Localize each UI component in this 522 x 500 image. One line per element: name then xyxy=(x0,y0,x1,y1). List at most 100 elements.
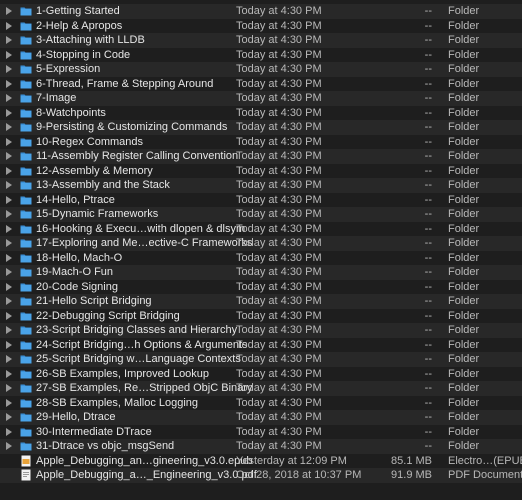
date-modified: Today at 4:30 PM xyxy=(236,382,322,395)
folder-row[interactable]: 25-Script Bridging w…Language Contexts To… xyxy=(0,352,522,367)
disclosure-triangle-icon[interactable] xyxy=(6,181,12,190)
disclosure-triangle-icon[interactable] xyxy=(6,384,12,393)
date-modified: Today at 4:30 PM xyxy=(236,77,322,90)
folder-icon xyxy=(20,324,32,336)
file-name: 1-Getting Started xyxy=(36,5,120,18)
disclosure-triangle-icon[interactable] xyxy=(6,427,12,436)
file-kind: Folder xyxy=(448,150,480,163)
disclosure-triangle-icon[interactable] xyxy=(6,65,12,74)
file-size: -- xyxy=(424,237,432,250)
folder-row[interactable]: 9-Persisting & Customizing Commands Today… xyxy=(0,120,522,135)
folder-row[interactable]: 29-Hello, Dtrace Today at 4:30 PM -- Folder xyxy=(0,410,522,425)
disclosure-triangle-icon[interactable] xyxy=(6,108,12,117)
disclosure-triangle-icon[interactable] xyxy=(6,326,12,335)
date-modified: Today at 4:30 PM xyxy=(236,222,322,235)
disclosure-triangle-icon[interactable] xyxy=(6,79,12,88)
file-name: 17-Exploring and Me…ective-C Frameworks xyxy=(36,237,253,250)
folder-row[interactable]: 17-Exploring and Me…ective-C Frameworks T… xyxy=(0,236,522,251)
disclosure-triangle-icon[interactable] xyxy=(6,297,12,306)
file-name: 23-Script Bridging Classes and Hierarchy xyxy=(36,324,238,337)
disclosure-triangle-icon[interactable] xyxy=(6,123,12,132)
disclosure-triangle-icon[interactable] xyxy=(6,239,12,248)
disclosure-triangle-icon[interactable] xyxy=(6,195,12,204)
folder-row[interactable]: 5-Expression Today at 4:30 PM -- Folder xyxy=(0,62,522,77)
folder-row[interactable]: 27-SB Examples, Re…Stripped ObjC Binary T… xyxy=(0,381,522,396)
disclosure-triangle-icon[interactable] xyxy=(6,137,12,146)
date-modified: Today at 4:30 PM xyxy=(236,367,322,380)
file-size: -- xyxy=(424,251,432,264)
folder-icon xyxy=(20,281,32,293)
folder-row[interactable]: 2-Help & Apropos Today at 4:30 PM -- Folder xyxy=(0,19,522,34)
file-kind: Folder xyxy=(448,106,480,119)
disclosure-triangle-icon[interactable] xyxy=(6,152,12,161)
folder-row[interactable]: 16-Hooking & Execu…with dlopen & dlsym To… xyxy=(0,222,522,237)
file-size: -- xyxy=(424,309,432,322)
folder-row[interactable]: 23-Script Bridging Classes and Hierarchy… xyxy=(0,323,522,338)
disclosure-triangle-icon[interactable] xyxy=(6,7,12,16)
folder-row[interactable]: 20-Code Signing Today at 4:30 PM -- Folder xyxy=(0,280,522,295)
disclosure-triangle-icon[interactable] xyxy=(6,36,12,45)
folder-row[interactable]: 22-Debugging Script Bridging Today at 4:3… xyxy=(0,309,522,324)
date-modified: Today at 4:30 PM xyxy=(236,150,322,163)
folder-row[interactable]: 12-Assembly & Memory Today at 4:30 PM -- Fo… xyxy=(0,164,522,179)
folder-row[interactable]: 8-Watchpoints Today at 4:30 PM -- Folder xyxy=(0,106,522,121)
disclosure-triangle-icon[interactable] xyxy=(6,50,12,59)
folder-row[interactable]: 15-Dynamic Frameworks Today at 4:30 PM -- F… xyxy=(0,207,522,222)
folder-row[interactable]: 31-Dtrace vs objc_msgSend Today at 4:30 P… xyxy=(0,439,522,454)
disclosure-triangle-icon[interactable] xyxy=(6,268,12,277)
folder-row[interactable]: 1-Getting Started Today at 4:30 PM -- Folde… xyxy=(0,4,522,19)
file-size: -- xyxy=(424,48,432,61)
disclosure-triangle-icon[interactable] xyxy=(6,253,12,262)
folder-icon xyxy=(20,382,32,394)
folder-row[interactable]: 21-Hello Script Bridging Today at 4:30 PM… xyxy=(0,294,522,309)
date-modified: Today at 4:30 PM xyxy=(236,106,322,119)
folder-row[interactable]: 13-Assembly and the Stack Today at 4:30 P… xyxy=(0,178,522,193)
folder-row[interactable]: 18-Hello, Mach-O Today at 4:30 PM -- Folder xyxy=(0,251,522,266)
disclosure-triangle-icon[interactable] xyxy=(6,21,12,30)
file-name: 24-Script Bridging…h Options & Arguments xyxy=(36,338,248,351)
folder-row[interactable]: 24-Script Bridging…h Options & Arguments… xyxy=(0,338,522,353)
folder-row[interactable]: 4-Stopping in Code Today at 4:30 PM -- Fold… xyxy=(0,48,522,63)
file-size: -- xyxy=(424,193,432,206)
folder-row[interactable]: 6-Thread, Frame & Stepping Around Today a… xyxy=(0,77,522,92)
file-row[interactable]: Apple_Debugging_a…_Engineering_v3.0.pdf O… xyxy=(0,468,522,483)
file-kind: Folder xyxy=(448,92,480,105)
disclosure-triangle-icon[interactable] xyxy=(6,369,12,378)
date-modified: Today at 4:30 PM xyxy=(236,5,322,18)
date-modified: Today at 4:30 PM xyxy=(236,295,322,308)
file-kind: Folder xyxy=(448,353,480,366)
disclosure-triangle-icon[interactable] xyxy=(6,355,12,364)
folder-row[interactable]: 3-Attaching with LLDB Today at 4:30 PM -- F… xyxy=(0,33,522,48)
disclosure-triangle-icon[interactable] xyxy=(6,224,12,233)
file-size: -- xyxy=(424,396,432,409)
file-size: -- xyxy=(424,5,432,18)
folder-row[interactable]: 14-Hello, Ptrace Today at 4:30 PM -- Folder xyxy=(0,193,522,208)
folder-icon xyxy=(20,63,32,75)
disclosure-triangle-icon[interactable] xyxy=(6,94,12,103)
folder-row[interactable]: 28-SB Examples, Malloc Logging Today at 4… xyxy=(0,396,522,411)
disclosure-triangle-icon[interactable] xyxy=(6,166,12,175)
folder-icon xyxy=(20,223,32,235)
folder-icon xyxy=(20,194,32,206)
file-kind: Folder xyxy=(448,237,480,250)
file-size: -- xyxy=(424,353,432,366)
disclosure-triangle-icon[interactable] xyxy=(6,210,12,219)
folder-row[interactable]: 11-Assembly Register Calling Convention T… xyxy=(0,149,522,164)
disclosure-triangle-icon[interactable] xyxy=(6,340,12,349)
file-row[interactable]: Apple_Debugging_an…gineering_v3.0.epub Ye… xyxy=(0,454,522,469)
folder-row[interactable]: 10-Regex Commands Today at 4:30 PM -- Folde… xyxy=(0,135,522,150)
disclosure-triangle-icon[interactable] xyxy=(6,413,12,422)
disclosure-triangle-icon[interactable] xyxy=(6,311,12,320)
file-size: -- xyxy=(424,266,432,279)
folder-row[interactable]: 26-SB Examples, Improved Lookup Today at … xyxy=(0,367,522,382)
folder-row[interactable]: 19-Mach-O Fun Today at 4:30 PM -- Folder xyxy=(0,265,522,280)
disclosure-triangle-icon[interactable] xyxy=(6,442,12,451)
file-name: 28-SB Examples, Malloc Logging xyxy=(36,396,199,409)
folder-row[interactable]: 7-Image Today at 4:30 PM -- Folder xyxy=(0,91,522,106)
date-modified: Today at 4:30 PM xyxy=(236,19,322,32)
file-size: -- xyxy=(424,106,432,119)
disclosure-triangle-icon[interactable] xyxy=(6,398,12,407)
file-name: 2-Help & Apropos xyxy=(36,19,123,32)
disclosure-triangle-icon[interactable] xyxy=(6,282,12,291)
folder-row[interactable]: 30-Intermediate DTrace Today at 4:30 PM --… xyxy=(0,425,522,440)
